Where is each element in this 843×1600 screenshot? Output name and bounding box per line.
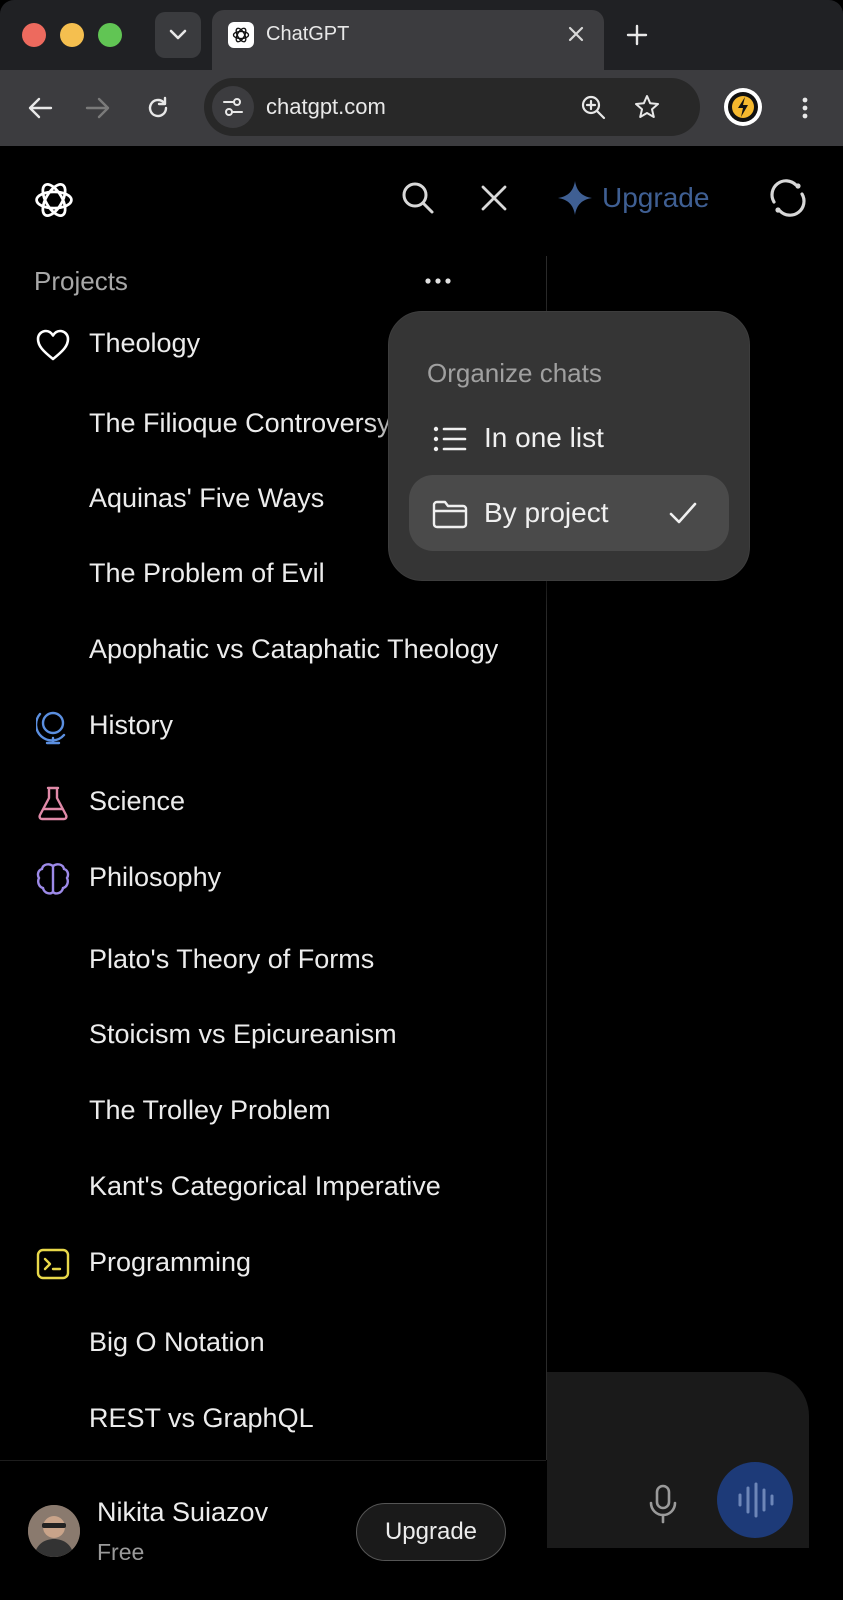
search-icon (402, 182, 434, 214)
project-label: Science (89, 786, 186, 816)
projects-more-button[interactable] (420, 270, 456, 292)
chat-label: Plato's Theory of Forms (89, 944, 375, 974)
chatgpt-favicon-icon (228, 22, 254, 48)
chevron-down-icon (169, 29, 187, 40)
chat-label: Aquinas' Five Ways (89, 483, 325, 513)
sidebar-footer: Nikita Suiazov Free Upgrade (0, 1460, 546, 1600)
menu-item-label: By project (484, 497, 609, 528)
chat-label: Stoicism vs Epicureanism (89, 1019, 397, 1049)
upgrade-button[interactable]: Upgrade (356, 1503, 506, 1561)
minimize-window-button[interactable] (60, 23, 84, 47)
menu-item-by-project[interactable]: By project (409, 475, 729, 551)
new-tab-button[interactable] (620, 18, 654, 52)
globe-icon (34, 708, 72, 746)
bookmark-button[interactable] (632, 92, 662, 122)
chat-item[interactable]: REST vs GraphQL (0, 1389, 546, 1449)
sync-button[interactable] (768, 178, 808, 218)
arrow-left-icon (28, 97, 53, 119)
chat-item[interactable]: Plato's Theory of Forms (0, 930, 546, 990)
list-icon (431, 420, 469, 458)
chat-label: The Problem of Evil (89, 558, 325, 588)
tune-icon (223, 98, 243, 116)
reload-icon (148, 96, 168, 118)
chat-label: Kant's Categorical Imperative (89, 1171, 441, 1201)
zoom-button[interactable] (578, 92, 608, 122)
close-tab-button[interactable] (562, 20, 590, 48)
chat-item[interactable]: The Trolley Problem (0, 1081, 546, 1141)
folder-icon (431, 495, 469, 533)
openai-logo-icon[interactable] (32, 178, 76, 222)
menu-title: Organize chats (427, 358, 602, 388)
projects-heading: Projects (34, 266, 128, 296)
browser-window: ChatGPT chatgpt.com Upgrade Projects The… (0, 0, 843, 1600)
browser-tab[interactable]: ChatGPT (212, 10, 604, 70)
project-item-programming[interactable]: Programming (0, 1233, 546, 1293)
project-item-science[interactable]: Science (0, 772, 546, 832)
upgrade-link[interactable]: Upgrade (556, 176, 709, 220)
upgrade-link-label: Upgrade (602, 182, 710, 213)
tab-title: ChatGPT (266, 23, 350, 45)
search-button[interactable] (398, 178, 438, 218)
brain-icon (34, 860, 72, 898)
chat-label: REST vs GraphQL (89, 1403, 314, 1433)
plus-icon (626, 24, 648, 46)
chat-label: Big O Notation (89, 1327, 265, 1357)
app-header: Upgrade (0, 146, 843, 256)
terminal-icon (34, 1245, 72, 1283)
project-item-history[interactable]: History (0, 696, 546, 756)
menu-item-in-one-list[interactable]: In one list (409, 400, 729, 476)
reload-button[interactable] (140, 90, 176, 126)
arrow-right-icon (85, 97, 110, 119)
menu-item-label: In one list (484, 422, 604, 453)
dictate-button[interactable] (641, 1482, 685, 1526)
user-plan: Free (97, 1539, 145, 1565)
star-icon (635, 95, 659, 118)
sync-icon (770, 179, 806, 217)
checkmark-icon (665, 495, 701, 531)
user-name: Nikita Suiazov (97, 1497, 269, 1527)
more-vertical-icon (802, 97, 808, 119)
site-info-button[interactable] (212, 86, 254, 128)
chat-item[interactable]: Kant's Categorical Imperative (0, 1157, 546, 1217)
lightning-icon (728, 92, 758, 122)
zoom-in-icon (581, 95, 606, 120)
waveform-icon (738, 1482, 774, 1518)
project-item-philosophy[interactable]: Philosophy (0, 848, 546, 908)
chat-label: Apophatic vs Cataphatic Theology (89, 634, 499, 664)
project-label: Theology (89, 328, 201, 358)
project-label: Philosophy (89, 862, 222, 892)
flask-icon (34, 784, 72, 822)
forward-button[interactable] (80, 90, 116, 126)
close-icon (481, 185, 507, 211)
chat-item[interactable]: Stoicism vs Epicureanism (0, 1005, 546, 1065)
tab-bar: ChatGPT (0, 0, 843, 70)
tab-search-button[interactable] (155, 12, 201, 58)
address-bar[interactable]: chatgpt.com (204, 78, 700, 136)
browser-toolbar: chatgpt.com (0, 70, 843, 146)
composer (547, 1372, 809, 1548)
chat-item[interactable]: Apophatic vs Cataphatic Theology (0, 620, 546, 680)
microphone-icon (649, 1484, 677, 1524)
sparkle-icon (558, 181, 592, 215)
close-icon (568, 26, 584, 42)
voice-mode-button[interactable] (717, 1462, 793, 1538)
maximize-window-button[interactable] (98, 23, 122, 47)
extension-button[interactable] (724, 88, 762, 126)
more-horizontal-icon (425, 278, 451, 284)
project-label: History (89, 710, 174, 740)
close-sidebar-button[interactable] (474, 178, 514, 218)
organize-chats-menu: Organize chats In one list By project (388, 311, 750, 581)
heart-icon (34, 326, 72, 364)
chat-label: The Trolley Problem (89, 1095, 331, 1125)
chat-item[interactable]: Big O Notation (0, 1313, 546, 1373)
chat-label: The Filioque Controversy (89, 408, 391, 438)
browser-menu-button[interactable] (790, 90, 820, 126)
avatar[interactable] (28, 1505, 80, 1557)
close-window-button[interactable] (22, 23, 46, 47)
url-text: chatgpt.com (266, 94, 386, 119)
back-button[interactable] (22, 90, 58, 126)
project-label: Programming (89, 1247, 252, 1277)
